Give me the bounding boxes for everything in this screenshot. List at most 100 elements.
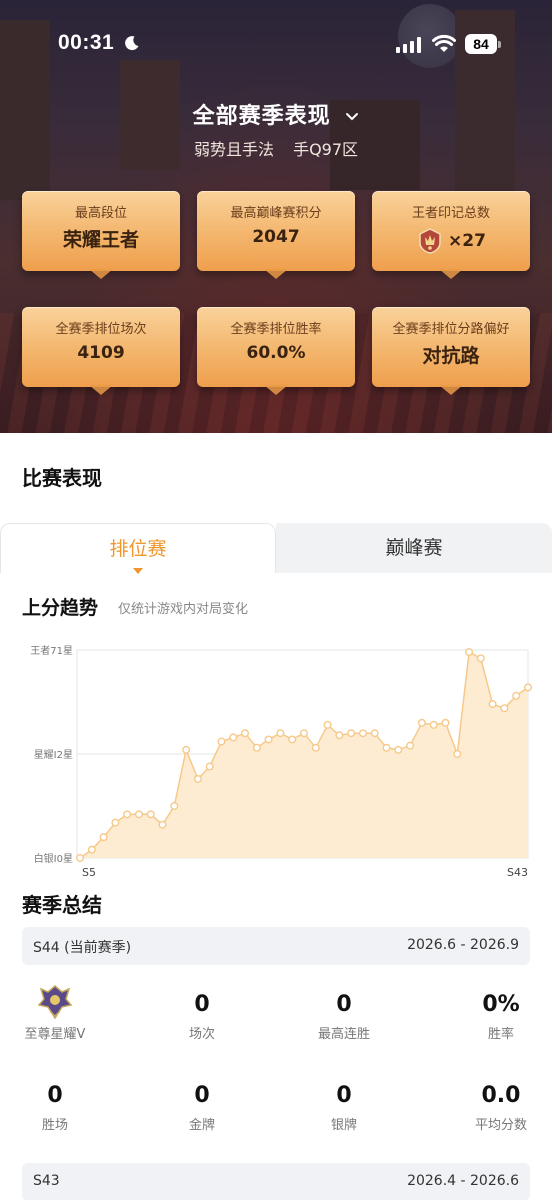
stat-label: 最高段位: [74, 206, 127, 221]
chart-point: [158, 820, 167, 829]
chart-point: [134, 810, 143, 819]
metric-label: 最高连胜: [317, 1027, 370, 1042]
chevron-down-icon: [346, 113, 359, 121]
chart-point: [488, 700, 497, 709]
signal-icon: [396, 37, 421, 53]
battery-tip: [498, 41, 501, 48]
metric-value: 0: [336, 992, 352, 1017]
player-server: 手Q97区: [293, 140, 359, 159]
stat-label: 全赛季排位场次: [55, 322, 147, 337]
chart-point: [335, 731, 344, 740]
chart-point: [441, 718, 450, 727]
chart-point: [276, 729, 285, 738]
y-tick-label: 王者71星: [30, 645, 73, 657]
chart-point: [500, 704, 509, 713]
x-tick-label: S43: [507, 866, 528, 879]
stat-value-row: ×27: [372, 227, 530, 260]
chart-point: [512, 691, 521, 700]
chart-point: [123, 810, 132, 819]
season-selector-label: 全部赛季表现: [192, 104, 331, 129]
chart-point: [417, 718, 426, 727]
chart-point: [193, 774, 202, 783]
stat-label: 王者印记总数: [411, 206, 490, 221]
chart-point: [429, 720, 438, 729]
chart-point: [75, 853, 84, 862]
do-not-disturb-moon-icon: [125, 36, 139, 51]
hero-banner: 00:31 84 全部赛季表现 弱势且手法 手Q97区 最高段位 荣耀王者 最高…: [0, 0, 552, 433]
metric-average-score: 0.0 平均分数: [436, 1083, 552, 1133]
rank-label: 至尊星耀V: [24, 1027, 86, 1042]
stat-value: 荣耀王者: [62, 229, 139, 251]
chart-point: [111, 818, 120, 827]
tab-peak[interactable]: 巅峰赛: [276, 523, 552, 573]
rank-trend-svg: 王者71星星耀I2星白银I0星 S5 S43: [30, 645, 533, 879]
metric-win-streak: 0 最高连胜: [279, 992, 409, 1042]
trend-title: 上分趋势: [22, 597, 99, 619]
chart-point: [394, 745, 403, 754]
metric-label: 金牌: [188, 1118, 215, 1133]
season-name: S43: [33, 1173, 60, 1189]
chart-point: [300, 729, 309, 738]
chart-point: [264, 735, 273, 744]
metric-value: 0: [194, 1083, 210, 1108]
metric-win-rate: 0% 胜率: [436, 992, 552, 1042]
chart-point: [217, 737, 226, 746]
battery-indicator: 84: [465, 34, 501, 54]
king-mark-icon: [419, 228, 441, 254]
stat-card-ranked-matches: 全赛季排位场次 4109: [22, 307, 180, 387]
rank-metric: 至尊星耀V: [0, 983, 120, 1042]
season-range: 2026.6 - 2026.9: [407, 937, 519, 953]
tab-ranked[interactable]: 排位赛: [0, 523, 276, 573]
season-bar-current[interactable]: S44 (当前赛季) 2026.6 - 2026.9: [22, 927, 530, 965]
chart-point: [170, 801, 179, 810]
x-tick-label: S5: [82, 866, 96, 879]
stat-card-king-marks: 王者印记总数 ×27: [372, 191, 530, 271]
chart-point: [288, 735, 297, 744]
chart-point: [476, 654, 485, 663]
metric-matches: 0 场次: [137, 992, 267, 1042]
metric-silver-medals: 0 银牌: [279, 1083, 409, 1133]
trend-subtitle: 仅统计游戏内对局变化: [118, 602, 249, 617]
chart-point: [252, 743, 261, 752]
stat-card-lane-preference: 全赛季排位分路偏好 对抗路: [372, 307, 530, 387]
match-performance-heading: 比赛表现: [22, 466, 102, 490]
chart-point: [382, 743, 391, 752]
metric-value: 0.0: [481, 1083, 521, 1108]
battery-level: 84: [465, 34, 497, 54]
stat-card-win-rate: 全赛季排位胜率 60.0%: [197, 307, 355, 387]
chart-point: [311, 743, 320, 752]
chart-point: [241, 729, 250, 738]
stat-value: 对抗路: [422, 345, 480, 367]
rank-emblem-icon: [37, 985, 73, 1020]
stat-value: 60.0%: [246, 343, 306, 363]
chart-point: [524, 683, 533, 692]
metric-wins: 0 胜场: [0, 1083, 120, 1133]
stat-value: 2047: [252, 227, 300, 247]
metric-label: 胜率: [487, 1027, 514, 1042]
metric-label: 银牌: [330, 1118, 357, 1133]
metric-value: 0: [47, 1083, 63, 1108]
chart-point: [370, 729, 379, 738]
chart-point: [465, 648, 474, 657]
metric-value: 0: [336, 1083, 352, 1108]
season-selector[interactable]: 全部赛季表现: [0, 98, 552, 130]
stat-label: 全赛季排位分路偏好: [392, 322, 510, 337]
season-bar-previous[interactable]: S43 2026.4 - 2026.6: [22, 1163, 530, 1200]
match-type-tabs: 排位赛 巅峰赛: [0, 523, 552, 573]
season-summary-heading: 赛季总结: [22, 893, 102, 917]
stat-card-highest-rank: 最高段位 荣耀王者: [22, 191, 180, 271]
stat-card-peak-score: 最高巅峰赛积分 2047: [197, 191, 355, 271]
metric-label: 场次: [188, 1027, 215, 1042]
wifi-icon: [432, 34, 456, 52]
y-tick-label: 星耀I2星: [34, 749, 73, 761]
stat-label: 全赛季排位胜率: [230, 322, 322, 337]
chart-point: [323, 720, 332, 729]
status-time: 00:31: [58, 31, 115, 54]
metric-label: 平均分数: [474, 1118, 527, 1133]
stat-label: 最高巅峰赛积分: [230, 206, 322, 221]
chart-point: [146, 810, 155, 819]
stat-value: 4109: [77, 343, 125, 363]
chart-point: [358, 729, 367, 738]
chart-point: [406, 741, 415, 750]
metric-gold-medals: 0 金牌: [137, 1083, 267, 1133]
